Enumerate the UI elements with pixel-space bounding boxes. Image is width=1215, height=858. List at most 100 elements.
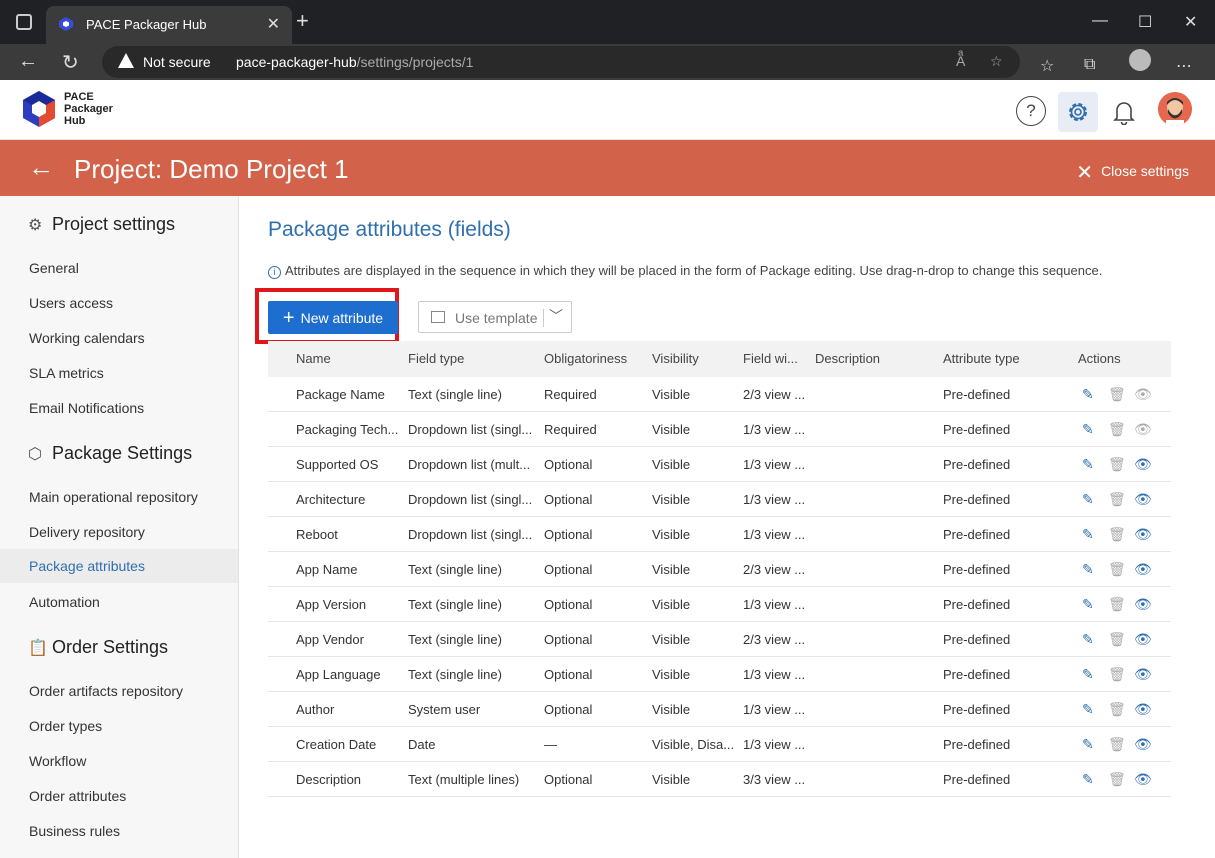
edit-pencil-icon[interactable]: ✎	[1082, 701, 1094, 718]
new-attribute-button[interactable]: + New attribute	[268, 301, 398, 334]
more-menu-icon[interactable]: ⋯	[1176, 56, 1192, 76]
visibility-eye-icon[interactable]: 👁	[1134, 596, 1152, 613]
table-row[interactable]: Creation Date Date — Visible, Disa... 1/3 vi…	[268, 727, 1171, 762]
delete-trash-icon[interactable]: 🗑	[1108, 631, 1126, 648]
column-header-name[interactable]: Name	[296, 341, 404, 377]
window-menu-icon[interactable]	[16, 14, 32, 30]
visibility-eye-icon[interactable]: 👁	[1134, 456, 1152, 473]
sidebar-item-workflow[interactable]: Workflow	[0, 744, 238, 778]
sidebar-item-working-calendars[interactable]: Working calendars	[0, 321, 238, 355]
attributes-table: Name Field type Obligatoriness Visibilit…	[268, 341, 1171, 797]
help-icon[interactable]: ?	[1016, 96, 1046, 126]
favorite-add-icon[interactable]: ☆	[990, 53, 1003, 70]
app-favicon-icon	[59, 17, 73, 31]
visibility-eye-icon[interactable]: 👁	[1134, 526, 1152, 543]
edit-pencil-icon[interactable]: ✎	[1082, 491, 1094, 508]
tab-title: PACE Packager Hub	[86, 17, 207, 32]
delete-trash-icon[interactable]: 🗑	[1108, 421, 1126, 438]
visibility-eye-icon[interactable]: 👁	[1134, 631, 1152, 648]
user-avatar[interactable]	[1158, 92, 1192, 126]
column-header-attribute-type[interactable]: Attribute type	[943, 341, 1063, 377]
reload-icon[interactable]: ↻	[62, 50, 79, 75]
sidebar-item-delivery-repository[interactable]: Delivery repository	[0, 515, 238, 549]
cell-obligatoriness: Optional	[544, 632, 593, 647]
close-window-icon[interactable]: ✕	[1184, 12, 1197, 32]
minimize-icon[interactable]: —	[1092, 12, 1108, 30]
sidebar-item-order-attributes[interactable]: Order attributes	[0, 779, 238, 813]
close-tab-icon[interactable]: ✕	[267, 14, 280, 34]
visibility-eye-icon[interactable]: 👁	[1134, 666, 1152, 683]
edit-pencil-icon[interactable]: ✎	[1082, 596, 1094, 613]
visibility-eye-icon[interactable]: 👁	[1134, 736, 1152, 753]
sidebar-item-sla-metrics[interactable]: SLA metrics	[0, 356, 238, 390]
pace-logo-icon[interactable]	[22, 90, 56, 128]
table-row[interactable]: App Name Text (single line) Optional Visibl…	[268, 552, 1171, 587]
edit-pencil-icon[interactable]: ✎	[1082, 666, 1094, 683]
column-header-description[interactable]: Description	[815, 341, 935, 377]
edit-pencil-icon[interactable]: ✎	[1082, 561, 1094, 578]
table-row[interactable]: Supported OS Dropdown list (mult... Option…	[268, 447, 1171, 482]
delete-trash-icon[interactable]: 🗑	[1108, 386, 1126, 403]
use-template-button[interactable]: Use template ﹀	[418, 301, 572, 333]
edit-pencil-icon[interactable]: ✎	[1082, 771, 1094, 788]
edit-pencil-icon[interactable]: ✎	[1082, 421, 1094, 438]
delete-trash-icon[interactable]: 🗑	[1108, 456, 1126, 473]
sidebar-item-package-attributes[interactable]: Package attributes	[0, 549, 238, 583]
delete-trash-icon[interactable]: 🗑	[1108, 771, 1126, 788]
read-aloud-icon[interactable]: A͏ͣ	[956, 53, 965, 69]
visibility-eye-icon[interactable]: 👁	[1134, 771, 1152, 788]
table-row[interactable]: App Version Text (single line) Optional Vis…	[268, 587, 1171, 622]
sidebar-item-users-access[interactable]: Users access	[0, 286, 238, 320]
close-settings-button[interactable]: ✕ Close settings	[1076, 160, 1189, 185]
notifications-bell-icon[interactable]	[1108, 96, 1140, 128]
browser-tab[interactable]: PACE Packager Hub ✕	[46, 6, 292, 44]
edit-pencil-icon[interactable]: ✎	[1082, 526, 1094, 543]
chevron-down-icon[interactable]: ﹀	[549, 306, 563, 326]
sidebar-item-business-rules[interactable]: Business rules	[0, 814, 238, 848]
visibility-eye-icon[interactable]: 👁	[1134, 421, 1152, 438]
table-row[interactable]: Reboot Dropdown list (singl... Optional Vis…	[268, 517, 1171, 552]
delete-trash-icon[interactable]: 🗑	[1108, 701, 1126, 718]
back-arrow-icon[interactable]: ←	[28, 154, 54, 180]
visibility-eye-icon[interactable]: 👁	[1134, 561, 1152, 578]
visibility-eye-icon[interactable]: 👁	[1134, 701, 1152, 718]
table-row[interactable]: Author System user Optional Visible 1/3 view…	[268, 692, 1171, 727]
back-arrow-icon[interactable]: ←	[18, 50, 38, 73]
column-header-field-type[interactable]: Field type	[408, 341, 536, 377]
delete-trash-icon[interactable]: 🗑	[1108, 561, 1126, 578]
table-row[interactable]: Package Name Text (single line) Required Vi…	[268, 377, 1171, 412]
sidebar-item-general[interactable]: General	[0, 251, 238, 285]
settings-gear-icon[interactable]	[1058, 92, 1098, 132]
delete-trash-icon[interactable]: 🗑	[1108, 736, 1126, 753]
sidebar-item-order-types[interactable]: Order types	[0, 709, 238, 743]
url-input[interactable]: Not secure pace-packager-hub/settings/pr…	[102, 46, 1020, 78]
sidebar-item-automation[interactable]: Automation	[0, 585, 238, 619]
column-header-field-width[interactable]: Field wi...	[743, 341, 807, 377]
profile-icon[interactable]	[1129, 49, 1151, 71]
table-row[interactable]: App Vendor Text (single line) Optional Visi…	[268, 622, 1171, 657]
edit-pencil-icon[interactable]: ✎	[1082, 736, 1094, 753]
edit-pencil-icon[interactable]: ✎	[1082, 631, 1094, 648]
edit-pencil-icon[interactable]: ✎	[1082, 386, 1094, 403]
sidebar-item-main-operational-repository[interactable]: Main operational repository	[0, 480, 238, 514]
security-label[interactable]: Not secure	[143, 54, 211, 70]
column-header-visibility[interactable]: Visibility	[652, 341, 734, 377]
delete-trash-icon[interactable]: 🗑	[1108, 526, 1126, 543]
column-header-obligatoriness[interactable]: Obligatoriness	[544, 341, 644, 377]
delete-trash-icon[interactable]: 🗑	[1108, 596, 1126, 613]
maximize-icon[interactable]: ☐	[1138, 12, 1152, 32]
sidebar-item-email-notifications[interactable]: Email Notifications	[0, 391, 238, 425]
edit-pencil-icon[interactable]: ✎	[1082, 456, 1094, 473]
delete-trash-icon[interactable]: 🗑	[1108, 666, 1126, 683]
table-row[interactable]: App Language Text (single line) Optional Vi…	[268, 657, 1171, 692]
delete-trash-icon[interactable]: 🗑	[1108, 491, 1126, 508]
sidebar-item-order-artifacts-repository[interactable]: Order artifacts repository	[0, 674, 238, 708]
favorites-icon[interactable]: ☆	[1040, 56, 1054, 76]
table-row[interactable]: Architecture Dropdown list (singl... Optio…	[268, 482, 1171, 517]
new-tab-icon[interactable]: +	[296, 10, 309, 32]
collections-icon[interactable]: ⧉	[1084, 56, 1095, 74]
table-row[interactable]: Description Text (multiple lines) Optional…	[268, 762, 1171, 797]
visibility-eye-icon[interactable]: 👁	[1134, 386, 1152, 403]
visibility-eye-icon[interactable]: 👁	[1134, 491, 1152, 508]
table-row[interactable]: Packaging Tech... Dropdown list (singl...…	[268, 412, 1171, 447]
